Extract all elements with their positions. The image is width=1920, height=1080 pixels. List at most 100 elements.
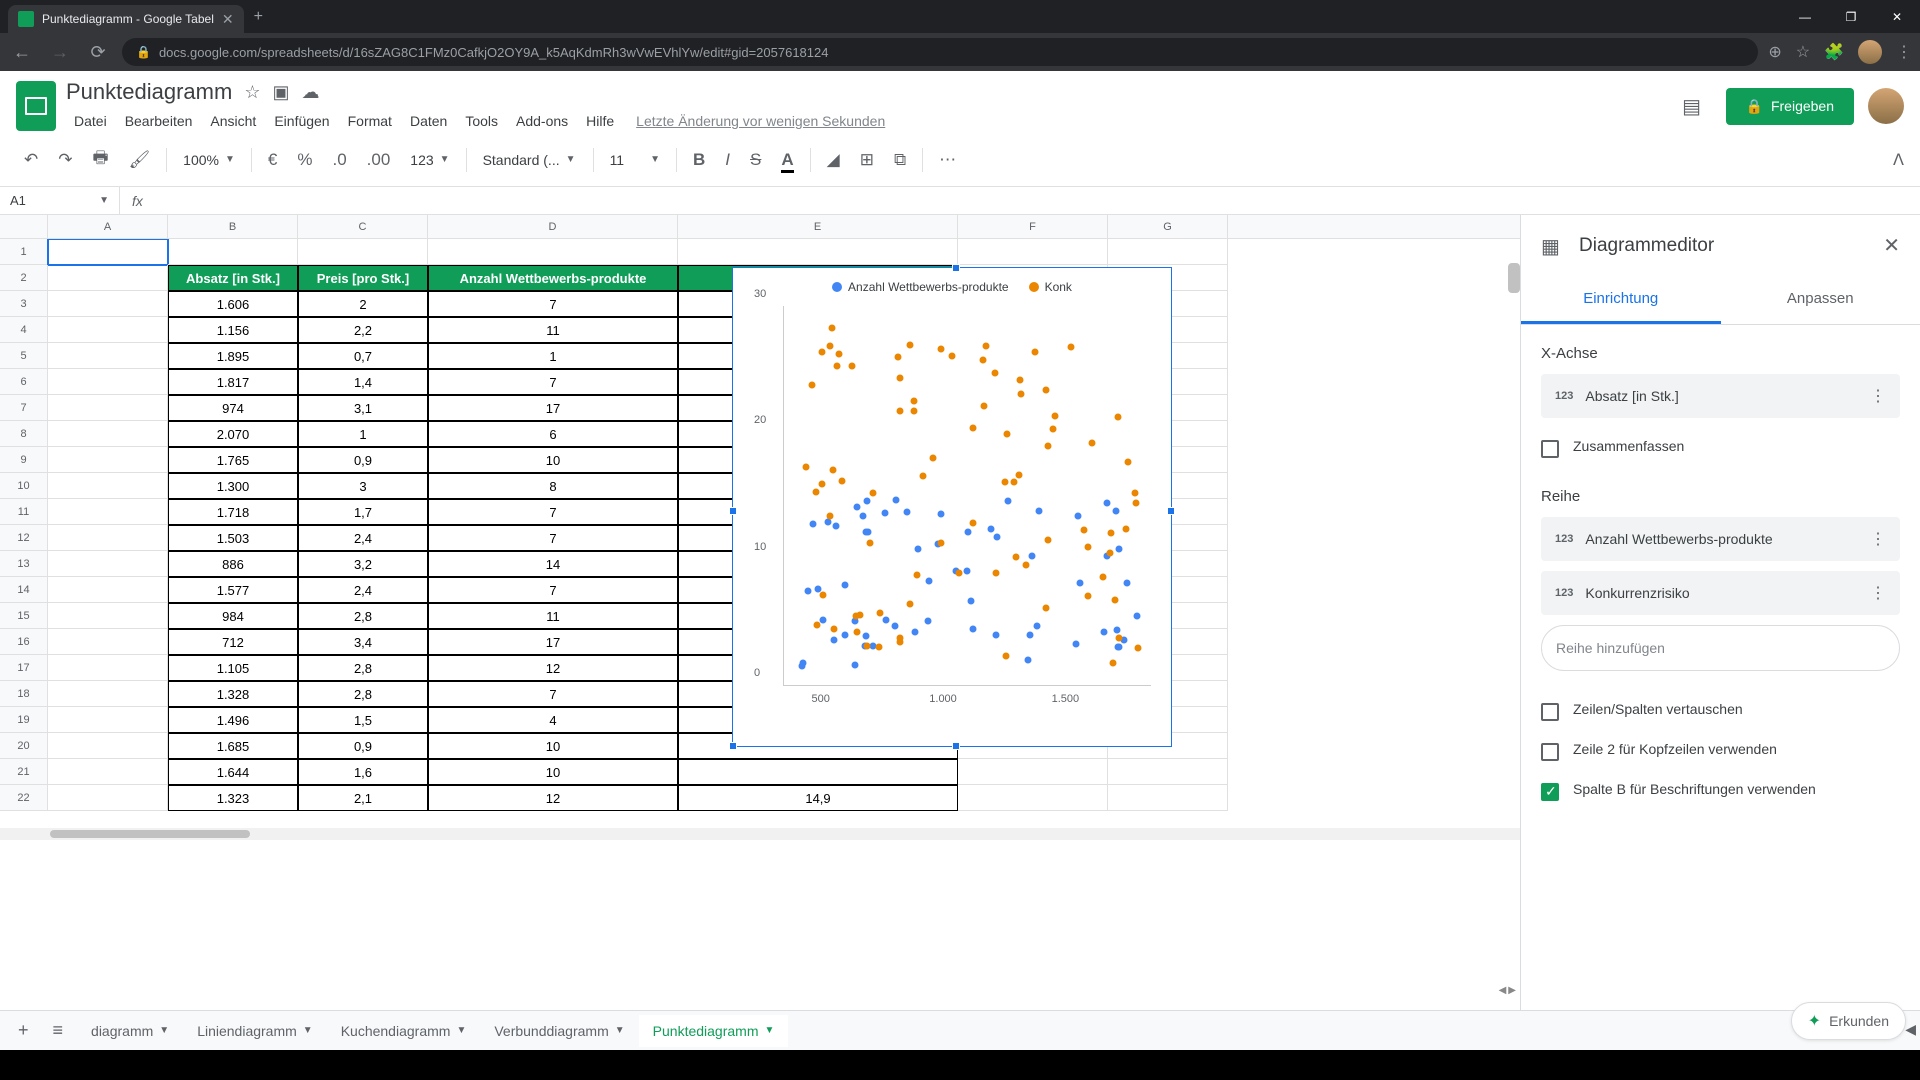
sheets-logo[interactable] [16,81,56,131]
sheet-tab[interactable]: Kuchendiagramm ▼ [327,1015,481,1047]
font-size-select[interactable]: 11▼ [602,148,668,172]
scroll-left-icon[interactable]: ◀ [1499,985,1507,996]
row-header[interactable]: 19 [0,707,48,733]
url-bar[interactable]: 🔒 docs.google.com/spreadsheets/d/16sZAG8… [122,38,1758,66]
cell[interactable]: 1.895 [168,343,298,369]
horizontal-scrollbar[interactable] [0,828,1520,840]
cell[interactable]: 10 [428,733,678,759]
maximize-button[interactable]: ❐ [1828,0,1874,33]
cell[interactable]: 1.765 [168,447,298,473]
cell[interactable]: 0,9 [298,733,428,759]
menu-tools[interactable]: Tools [457,109,506,133]
cell[interactable] [1108,239,1228,265]
menu-format[interactable]: Format [340,109,400,133]
fill-color-button[interactable]: ◢ [819,144,848,176]
row-header[interactable]: 12 [0,525,48,551]
x-axis-field[interactable]: 123 Absatz [in Stk.] ⋮ [1541,374,1900,418]
cell[interactable]: 1.323 [168,785,298,811]
cell[interactable] [958,759,1108,785]
zoom-select[interactable]: 100%▼ [175,148,243,172]
comments-button[interactable]: ▤ [1672,86,1712,126]
row-header[interactable]: 20 [0,733,48,759]
cell[interactable]: 2,8 [298,681,428,707]
tab-setup[interactable]: Einrichtung [1521,276,1721,324]
currency-button[interactable]: € [260,144,285,176]
cell[interactable] [958,785,1108,811]
cell[interactable]: 2,4 [298,525,428,551]
cell[interactable]: 0,9 [298,447,428,473]
cell[interactable]: 6 [428,421,678,447]
cell[interactable] [48,343,168,369]
star-icon[interactable]: ☆ [244,82,260,103]
cell[interactable] [48,551,168,577]
cell[interactable]: 1.496 [168,707,298,733]
col-b-labels-checkbox[interactable] [1541,783,1559,801]
cell[interactable] [48,707,168,733]
cell[interactable]: 7 [428,681,678,707]
column-header-D[interactable]: D [428,215,678,238]
cell[interactable] [48,577,168,603]
cell[interactable] [48,759,168,785]
name-box[interactable]: A1▼ [0,187,120,214]
cell[interactable] [48,785,168,811]
cell[interactable]: 1.644 [168,759,298,785]
cell[interactable] [48,421,168,447]
row2-headers-checkbox[interactable] [1541,743,1559,761]
cell[interactable]: 2.070 [168,421,298,447]
cell[interactable]: 1.503 [168,525,298,551]
cell[interactable]: 1.685 [168,733,298,759]
cell[interactable]: 2,8 [298,603,428,629]
cell[interactable]: 17 [428,395,678,421]
move-icon[interactable]: ▣ [272,82,289,103]
cell[interactable] [48,655,168,681]
cell[interactable] [48,317,168,343]
browser-tab[interactable]: Punktediagramm - Google Tabel ✕ [8,5,244,33]
cell[interactable]: 1.577 [168,577,298,603]
reload-button[interactable]: ⟳ [84,42,112,63]
cell[interactable]: 1.606 [168,291,298,317]
cell[interactable] [168,239,298,265]
column-header-C[interactable]: C [298,215,428,238]
row-header[interactable]: 14 [0,577,48,603]
cell[interactable]: 2,2 [298,317,428,343]
close-window-button[interactable]: ✕ [1874,0,1920,33]
cell[interactable]: 17 [428,629,678,655]
cell[interactable]: 974 [168,395,298,421]
column-header-A[interactable]: A [48,215,168,238]
cell[interactable]: 7 [428,369,678,395]
cell[interactable] [958,239,1108,265]
cell[interactable]: 1,6 [298,759,428,785]
cell[interactable] [48,447,168,473]
side-panel-toggle[interactable]: ◀ [1905,1021,1916,1038]
strike-button[interactable]: S [742,144,769,176]
menu-daten[interactable]: Daten [402,109,455,133]
cell[interactable]: 1.300 [168,473,298,499]
menu-datei[interactable]: Datei [66,109,115,133]
forward-button[interactable]: → [46,42,74,63]
cell[interactable]: 4 [428,707,678,733]
print-button[interactable]: 🖶 [85,139,117,180]
row-header[interactable]: 17 [0,655,48,681]
column-header-F[interactable]: F [958,215,1108,238]
extensions-icon[interactable]: 🧩 [1824,42,1844,62]
increase-decimal-button[interactable]: .00 [359,144,399,176]
cell[interactable]: 1,4 [298,369,428,395]
cell[interactable]: Preis [pro Stk.] [298,265,428,291]
cell[interactable]: 8 [428,473,678,499]
share-button[interactable]: 🔒 Freigeben [1726,88,1854,125]
windows-taskbar[interactable] [0,1050,1920,1080]
cell[interactable] [48,265,168,291]
cell[interactable]: 11 [428,317,678,343]
cell[interactable]: 10 [428,447,678,473]
cell[interactable]: 2 [298,291,428,317]
cell[interactable]: 2,1 [298,785,428,811]
row-header[interactable]: 9 [0,447,48,473]
cell[interactable]: 1.718 [168,499,298,525]
cell[interactable]: 0,7 [298,343,428,369]
cell[interactable]: 7 [428,525,678,551]
row-header[interactable]: 4 [0,317,48,343]
cloud-icon[interactable]: ☁ [301,82,319,103]
series-field-2[interactable]: 123 Konkurrenzrisiko ⋮ [1541,571,1900,615]
percent-button[interactable]: % [289,144,320,176]
last-edit[interactable]: Letzte Änderung vor wenigen Sekunden [636,113,885,129]
